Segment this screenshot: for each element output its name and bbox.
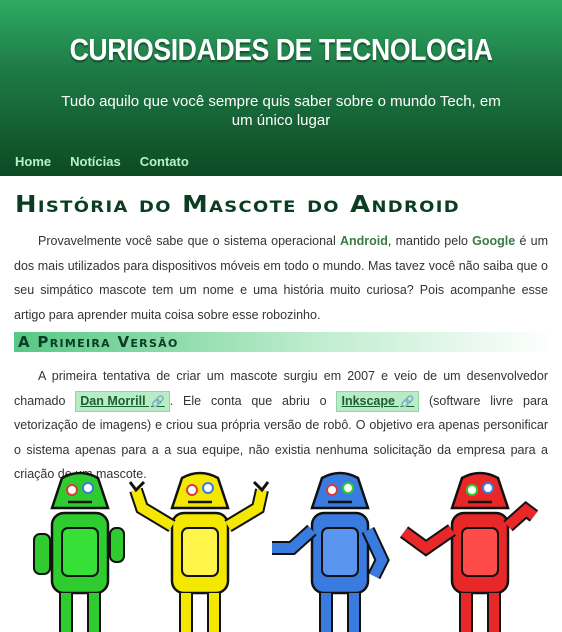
android-highlight: Android <box>339 234 388 248</box>
android-robot-sketches <box>33 471 539 632</box>
inkscape-link[interactable]: Inkscape 🔗 <box>336 390 420 412</box>
link-icon: 🔗 <box>151 395 165 408</box>
nav-home-link[interactable]: Home <box>15 150 51 174</box>
google-highlight: Google <box>472 234 516 248</box>
site-subtitle: Tudo aquilo que você sempre quis saber s… <box>61 93 501 129</box>
nav-contact-link[interactable]: Contato <box>140 150 189 174</box>
nav-news-link[interactable]: Notícias <box>70 150 121 174</box>
main-nav: Home Notícias Contato <box>0 150 193 174</box>
blue-robot-image <box>272 471 390 632</box>
red-robot-image <box>399 471 539 632</box>
link-icon: 🔗 <box>400 395 415 408</box>
yellow-robot-image <box>128 471 270 632</box>
section-text-2: . Ele conta que abriu o <box>169 393 337 408</box>
intro-text-2: , mantido pelo <box>387 234 473 248</box>
dan-morrill-label: Dan Morrill <box>80 393 146 408</box>
page-title: História do Mascote do Android <box>15 192 460 218</box>
green-robot-image <box>33 471 125 632</box>
dan-morrill-link[interactable]: Dan Morrill 🔗 <box>75 390 170 412</box>
site-title: CURIOSIDADES DE TECNOLOGIA <box>69 32 493 67</box>
section-heading: A Primeira Versão <box>14 332 554 352</box>
section-heading-text: A Primeira Versão <box>18 333 179 351</box>
site-header: CURIOSIDADES DE TECNOLOGIA Tudo aquilo q… <box>0 0 562 176</box>
intro-paragraph: Provavelmente você sabe que o sistema op… <box>14 229 548 327</box>
inkscape-label: Inkscape <box>341 393 395 408</box>
intro-text-1: Provavelmente você sabe que o sistema op… <box>38 234 340 248</box>
